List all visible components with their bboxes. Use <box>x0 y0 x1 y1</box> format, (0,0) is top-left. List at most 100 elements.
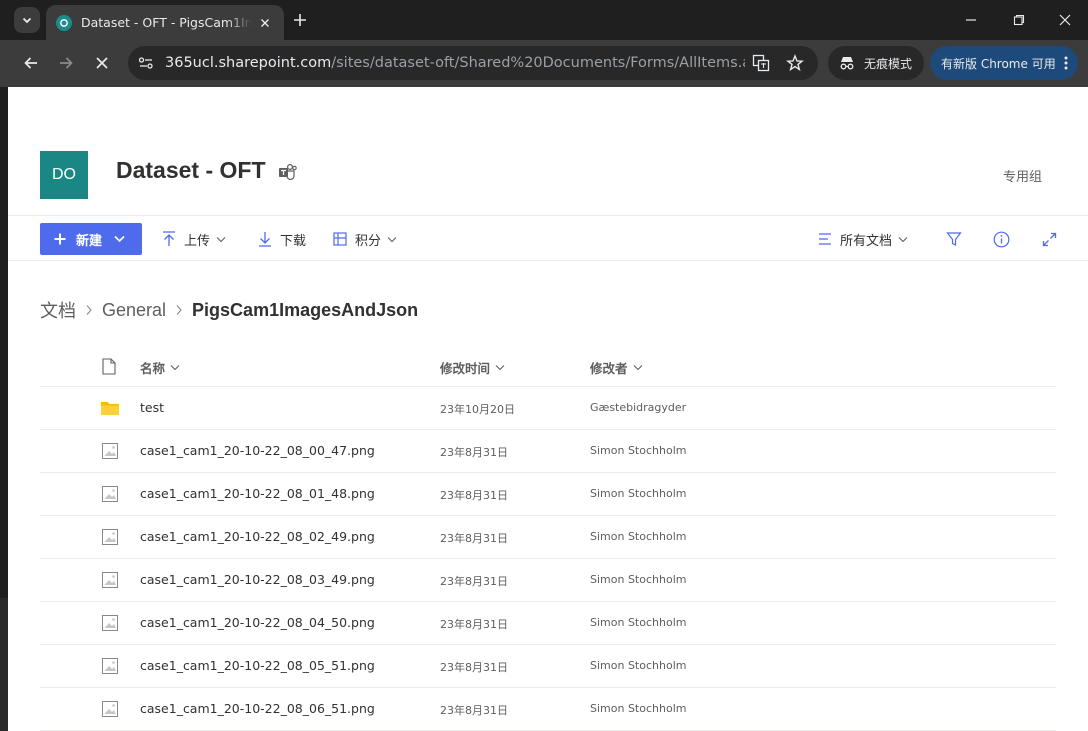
image-file-icon <box>102 658 118 674</box>
browser-toolbar: 365ucl.sharepoint.com/sites/dataset-oft/… <box>0 40 1088 87</box>
chrome-update-button[interactable]: 有新版 Chrome 可用 <box>930 46 1078 80</box>
breadcrumb-documents[interactable]: 文档 <box>40 297 76 323</box>
restore-icon[interactable] <box>1007 8 1031 32</box>
breadcrumb-current-folder: PigsCam1ImagesAndJson <box>192 299 419 320</box>
item-modified-by[interactable]: Gæstebidragyder <box>590 401 686 414</box>
info-button[interactable] <box>993 223 1010 255</box>
item-modified: 23年8月31日 <box>440 704 508 717</box>
breadcrumb-general[interactable]: General <box>102 300 166 321</box>
stop-loading-icon[interactable] <box>91 52 113 74</box>
integrate-icon <box>333 232 347 246</box>
item-modified-by[interactable]: Simon Stochholm <box>590 702 686 715</box>
teams-icon[interactable] <box>278 163 298 181</box>
item-modified-by[interactable]: Simon Stochholm <box>590 530 686 543</box>
chevron-down-icon <box>216 236 226 242</box>
tab-close-icon[interactable] <box>256 14 274 32</box>
item-modified-by[interactable]: Simon Stochholm <box>590 444 686 457</box>
column-modified-label: 修改时间 <box>440 361 491 376</box>
list-row-folder[interactable]: test 23年10月20日 Gæstebidragyder <box>40 387 1056 430</box>
chevron-down-icon <box>495 365 505 371</box>
translate-icon[interactable] <box>752 54 770 72</box>
view-switcher[interactable]: 所有文档 <box>818 223 908 255</box>
list-row[interactable]: case1_cam1_20-10-22_08_00_47.png 23年8月31… <box>40 430 1056 473</box>
address-bar[interactable]: 365ucl.sharepoint.com/sites/dataset-oft/… <box>128 46 818 80</box>
chevron-right-icon <box>85 304 93 316</box>
site-title[interactable]: Dataset - OFT <box>116 157 266 184</box>
download-arrow-icon <box>259 232 271 247</box>
item-modified: 23年8月31日 <box>440 446 508 459</box>
folder-icon <box>101 402 119 415</box>
new-button-label: 新建 <box>76 233 103 249</box>
new-button[interactable]: 新建 <box>40 223 142 255</box>
site-info-icon[interactable] <box>138 56 154 70</box>
view-options-icon <box>819 233 831 245</box>
list-row[interactable]: case1_cam1_20-10-22_08_06_51.png 23年8月31… <box>40 688 1056 731</box>
filter-button[interactable] <box>946 223 962 255</box>
list-row[interactable]: case1_cam1_20-10-22_08_03_49.png 23年8月31… <box>40 559 1056 602</box>
list-row[interactable]: case1_cam1_20-10-22_08_04_50.png 23年8月31… <box>40 602 1056 645</box>
more-vert-icon <box>1064 56 1068 70</box>
item-modified: 23年8月31日 <box>440 661 508 674</box>
document-list: 名称 修改时间 修改者 test 23年10月20日 Gæstebidragyd… <box>40 345 1056 731</box>
item-modified: 23年8月31日 <box>440 532 508 545</box>
command-bar: 新建 上传 下载 积分 所有文档 <box>8 215 1088 261</box>
integrate-button[interactable]: 积分 <box>333 223 397 255</box>
column-name-label: 名称 <box>140 361 166 376</box>
item-name[interactable]: case1_cam1_20-10-22_08_03_49.png <box>140 572 375 587</box>
item-name[interactable]: case1_cam1_20-10-22_08_01_48.png <box>140 486 375 501</box>
browser-tab-strip: Dataset - OFT - PigsCam1ImagesAndJson <box>0 0 1088 40</box>
bookmark-star-icon[interactable] <box>786 54 804 72</box>
column-modified-by-label: 修改者 <box>590 361 628 376</box>
image-file-icon <box>102 572 118 588</box>
close-window-icon[interactable] <box>1053 8 1077 32</box>
sharepoint-page: DO Dataset - OFT 专用组 新建 上传 下载 积分 所有文档 文档… <box>8 87 1088 731</box>
site-logo[interactable]: DO <box>40 151 88 199</box>
minimize-icon[interactable] <box>959 8 983 32</box>
image-file-icon <box>102 486 118 502</box>
incognito-indicator[interactable]: 无痕模式 <box>828 46 924 80</box>
item-modified: 23年8月31日 <box>440 618 508 631</box>
column-header-name[interactable]: 名称 <box>140 358 180 377</box>
info-icon <box>993 231 1010 247</box>
fullscreen-button[interactable] <box>1042 223 1057 255</box>
chevron-down-icon <box>22 17 32 24</box>
download-button[interactable]: 下载 <box>258 223 306 255</box>
image-file-icon <box>102 615 118 631</box>
item-name[interactable]: case1_cam1_20-10-22_08_05_51.png <box>140 658 375 673</box>
upload-label: 上传 <box>184 233 211 249</box>
list-row[interactable]: case1_cam1_20-10-22_08_02_49.png 23年8月31… <box>40 516 1056 559</box>
item-modified-by[interactable]: Simon Stochholm <box>590 659 686 672</box>
image-file-icon <box>102 701 118 717</box>
view-label: 所有文档 <box>840 233 893 249</box>
item-modified: 23年10月20日 <box>440 403 515 416</box>
list-row[interactable]: case1_cam1_20-10-22_08_05_51.png 23年8月31… <box>40 645 1056 688</box>
column-header-modified[interactable]: 修改时间 <box>440 358 505 377</box>
item-name[interactable]: test <box>140 400 164 415</box>
item-name[interactable]: case1_cam1_20-10-22_08_02_49.png <box>140 529 375 544</box>
item-modified-by[interactable]: Simon Stochholm <box>590 616 686 629</box>
item-name[interactable]: case1_cam1_20-10-22_08_04_50.png <box>140 615 375 630</box>
browser-tab[interactable]: Dataset - OFT - PigsCam1ImagesAndJson <box>46 5 284 40</box>
item-name[interactable]: case1_cam1_20-10-22_08_06_51.png <box>140 701 375 716</box>
image-file-icon <box>102 443 118 459</box>
tab-search-button[interactable] <box>14 7 40 33</box>
url-host: 365ucl.sharepoint.com <box>165 55 332 71</box>
back-arrow-icon[interactable] <box>20 52 42 74</box>
upload-button[interactable]: 上传 <box>162 223 226 255</box>
image-file-icon <box>102 529 118 545</box>
forward-arrow-icon[interactable] <box>55 52 77 74</box>
column-header-modified-by[interactable]: 修改者 <box>590 358 643 377</box>
file-type-icon[interactable] <box>102 358 116 375</box>
item-name[interactable]: case1_cam1_20-10-22_08_00_47.png <box>140 443 375 458</box>
url-path: /sites/dataset-oft/Shared%20Documents/Fo… <box>331 55 745 71</box>
new-tab-plus-icon[interactable] <box>290 10 310 30</box>
desktop-edge <box>0 598 8 731</box>
chevron-down-icon <box>633 365 642 371</box>
upload-arrow-icon <box>163 231 175 246</box>
url-text: 365ucl.sharepoint.com/sites/dataset-oft/… <box>165 55 745 71</box>
item-modified-by[interactable]: Simon Stochholm <box>590 487 686 500</box>
list-header: 名称 修改时间 修改者 <box>40 345 1056 387</box>
item-modified-by[interactable]: Simon Stochholm <box>590 573 686 586</box>
list-row[interactable]: case1_cam1_20-10-22_08_01_48.png 23年8月31… <box>40 473 1056 516</box>
breadcrumb: 文档 General PigsCam1ImagesAndJson <box>40 297 418 323</box>
